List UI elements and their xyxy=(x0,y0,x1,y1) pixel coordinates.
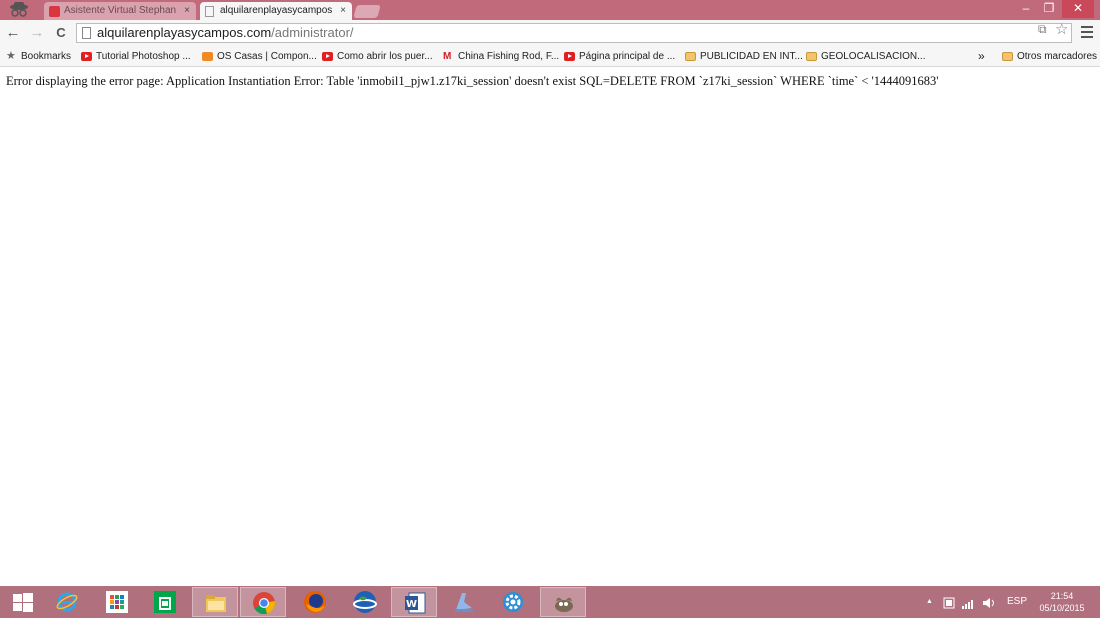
folder-icon xyxy=(806,52,817,61)
volume-icon[interactable] xyxy=(982,597,996,609)
reload-button[interactable]: C xyxy=(52,24,70,42)
gimp-icon xyxy=(555,597,573,612)
taskbar: W ▲ ESP 21:54 05/10/2015 xyxy=(0,586,1100,618)
bookmark-bookmarks[interactable]: ★ Bookmarks xyxy=(6,47,71,66)
pen-icon xyxy=(455,593,473,612)
page-icon xyxy=(205,6,214,17)
bookmarks-overflow-button[interactable]: » xyxy=(978,47,985,66)
store-icon xyxy=(154,591,176,613)
os-icon xyxy=(202,52,213,61)
new-tab-button[interactable] xyxy=(353,5,381,18)
app-gear-button[interactable] xyxy=(490,587,536,617)
bookmark-label: Página principal de ... xyxy=(579,51,676,62)
star-icon: ★ xyxy=(6,50,16,62)
bookmark-geolocalisacion[interactable]: GEOLOCALISACION... xyxy=(806,47,925,66)
youtube-icon xyxy=(564,52,575,61)
chinafishing-icon: M xyxy=(443,51,452,62)
bookmark-label: PUBLICIDAD EN INT... xyxy=(700,51,803,62)
chrome-icon xyxy=(253,592,275,615)
bookmark-label: China Fishing Rod, F... xyxy=(458,51,560,62)
tab-title: Asistente Virtual Stephan xyxy=(64,5,177,16)
menu-icon[interactable] xyxy=(1081,26,1093,41)
bookmark-label: GEOLOCALISACION... xyxy=(821,51,926,62)
gimp-button[interactable] xyxy=(540,587,586,617)
clock-time: 21:54 xyxy=(1050,591,1074,601)
title-bar: Asistente Virtual Stephan × alquilarenpl… xyxy=(0,0,1100,20)
wunderlist-icon xyxy=(49,6,60,17)
url-domain: alquilarenplayasycampos.com xyxy=(97,25,272,40)
bookmark-os-casas[interactable]: OS Casas | Compon... xyxy=(202,47,317,66)
tab-title: alquilarenplayasycampos xyxy=(220,5,333,16)
google-earth-button[interactable] xyxy=(342,587,388,617)
close-tab-icon[interactable]: × xyxy=(340,2,346,20)
back-button[interactable]: ← xyxy=(4,24,22,42)
bookmark-star-icon[interactable]: ☆ xyxy=(1055,20,1068,38)
bookmark-label: OS Casas | Compon... xyxy=(217,51,317,62)
clock[interactable]: 21:54 05/10/2015 xyxy=(1032,590,1092,614)
bookmark-otros-marcadores[interactable]: Otros marcadores xyxy=(1002,47,1097,66)
forward-button[interactable]: → xyxy=(28,24,46,42)
network-icon[interactable] xyxy=(962,597,976,609)
clock-date: 05/10/2015 xyxy=(1039,603,1085,613)
translate-icon[interactable]: ⧉ xyxy=(1038,22,1047,37)
folder-icon xyxy=(206,595,226,612)
firefox-button[interactable] xyxy=(292,587,338,617)
firefox-icon xyxy=(304,591,326,613)
google-earth-icon xyxy=(353,591,377,613)
bookmark-china-fishing[interactable]: M China Fishing Rod, F... xyxy=(443,47,559,66)
file-explorer-button[interactable] xyxy=(192,587,238,617)
tiles-icon xyxy=(106,591,128,613)
tab-asistente[interactable]: Asistente Virtual Stephan × xyxy=(44,2,196,20)
bookmark-label: Otros marcadores xyxy=(1017,51,1098,62)
tray-chevron-icon[interactable]: ▲ xyxy=(926,586,933,618)
minimize-button[interactable]: – xyxy=(1015,0,1037,18)
gear-icon xyxy=(503,592,523,612)
word-button[interactable]: W xyxy=(391,587,437,617)
url-path: /administrator/ xyxy=(271,25,354,40)
close-window-button[interactable]: ✕ xyxy=(1062,0,1094,18)
windows-start-button[interactable] xyxy=(0,587,46,617)
word-icon: W xyxy=(405,592,426,614)
bookmarks-bar: ★ Bookmarks Tutorial Photoshop ... OS Cas… xyxy=(0,47,1100,67)
maximize-button[interactable]: ❐ xyxy=(1038,0,1060,18)
address-bar[interactable]: alquilarenplayasycampos.com/administrato… xyxy=(76,23,1072,43)
store-button[interactable] xyxy=(142,587,188,617)
tiles-button[interactable] xyxy=(94,587,140,617)
incognito-icon xyxy=(10,2,28,17)
youtube-icon xyxy=(322,52,333,61)
internet-explorer-button[interactable] xyxy=(44,587,90,617)
language-indicator[interactable]: ESP xyxy=(1007,586,1027,618)
error-message: Error displaying the error page: Applica… xyxy=(6,74,939,88)
toolbar: ← → C alquilarenplayasycampos.com/admini… xyxy=(0,20,1100,47)
bookmark-como-abrir[interactable]: Como abrir los puer... xyxy=(322,47,433,66)
youtube-icon xyxy=(81,52,92,61)
bookmark-publicidad[interactable]: PUBLICIDAD EN INT... xyxy=(685,47,803,66)
action-center-icon[interactable] xyxy=(943,597,955,609)
svg-text:W: W xyxy=(406,599,417,610)
internet-explorer-icon xyxy=(56,592,78,612)
windows-logo-icon xyxy=(13,593,33,612)
bookmark-label: Como abrir los puer... xyxy=(337,51,433,62)
app-blue-button[interactable] xyxy=(441,587,487,617)
bookmark-tutorial-photoshop[interactable]: Tutorial Photoshop ... xyxy=(81,47,191,66)
folder-icon xyxy=(1002,52,1013,61)
page-icon xyxy=(82,27,91,39)
bookmark-label: Tutorial Photoshop ... xyxy=(96,51,191,62)
chrome-button[interactable] xyxy=(240,587,286,617)
tab-alquilar[interactable]: alquilarenplayasycampos × xyxy=(200,2,352,20)
close-tab-icon[interactable]: × xyxy=(184,2,190,20)
folder-icon xyxy=(685,52,696,61)
bookmark-label: Bookmarks xyxy=(21,51,72,62)
bookmark-pagina-principal[interactable]: Página principal de ... xyxy=(564,47,675,66)
